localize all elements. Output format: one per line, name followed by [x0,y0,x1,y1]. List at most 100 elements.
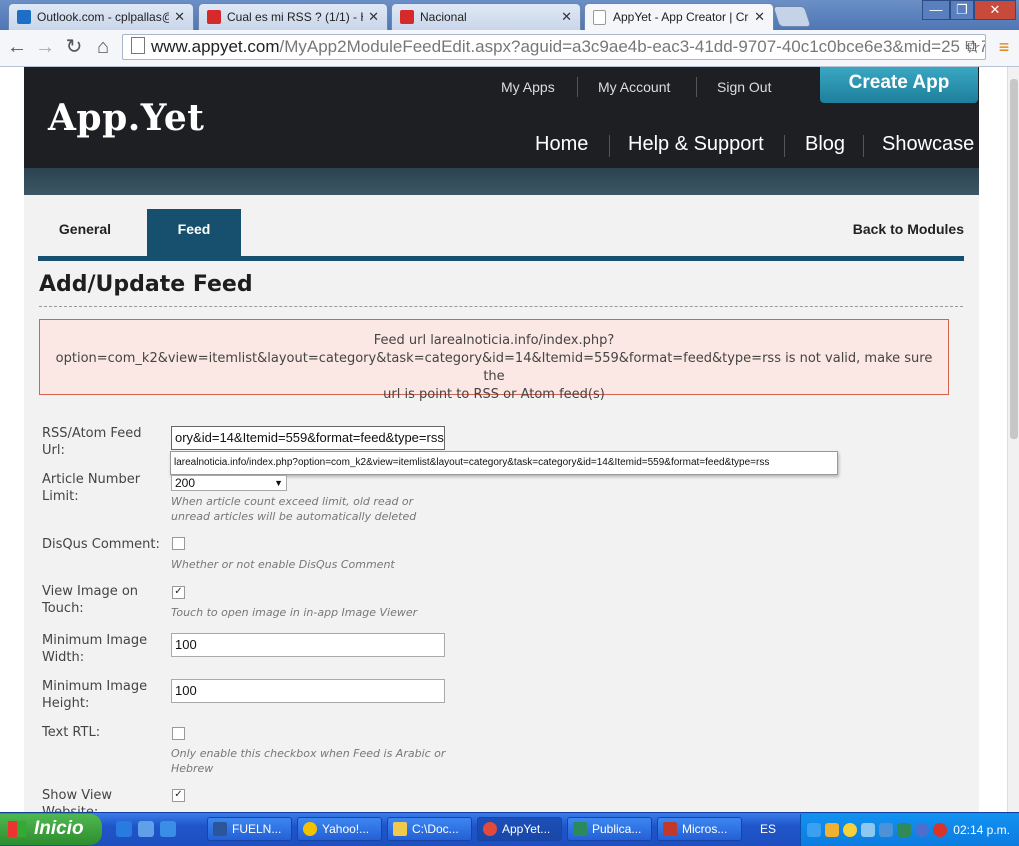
browser-tab-label: AppYet - App Creator | Crea [613,10,749,24]
autocomplete-suggestion[interactable]: larealnoticia.info/index.php?option=com_… [170,451,838,475]
create-app-button[interactable]: Create App [820,67,978,103]
new-tab-button[interactable] [772,6,812,27]
close-window-button[interactable]: ✕ [974,0,1016,20]
separator [784,135,785,157]
module-tab-bar: General Feed Back to Modules [38,209,964,261]
tray-app-icon[interactable] [825,823,839,837]
url-path: /MyApp2ModuleFeedEdit.aspx?aguid=a3c9ae4… [279,37,986,56]
outlook-icon [17,10,31,24]
browser-icon[interactable] [160,821,176,837]
show-view-website-checkbox[interactable]: ✓ [172,789,185,802]
article-limit-label: Article Number Limit: [42,472,141,504]
publisher-icon [573,822,587,836]
close-icon[interactable]: ✕ [754,9,765,25]
folder-icon [393,822,407,836]
taskbar-item[interactable]: AppYet... [477,817,562,841]
desktop-icon[interactable] [138,821,154,837]
taskbar-item-label: Micros... [682,822,728,836]
taskbar-item[interactable]: C:\Doc... [387,817,472,841]
separator [577,77,578,97]
browser-tab-host[interactable]: Cual es mi RSS ? (1/1) - Host ✕ [198,3,388,30]
taskbar-item-label: Publica... [592,822,642,836]
browser-tab-strip: Outlook.com - cplpallas@hot ✕ Cual es mi… [0,0,1019,31]
scrollbar-thumb[interactable] [1010,79,1018,439]
article-limit-value: 200 [175,476,196,490]
text-rtl-checkbox[interactable] [172,727,185,740]
close-icon[interactable]: ✕ [368,9,379,25]
maximize-button[interactable]: ❐ [950,0,974,20]
error-line: option=com_k2&view=itemlist&layout=categ… [55,351,933,384]
windows-flag-icon [8,821,26,837]
close-icon[interactable]: ✕ [174,9,185,25]
security-icon[interactable] [933,823,947,837]
article-limit-hint: When article count exceed limit, old rea… [171,495,417,523]
minimize-button[interactable]: — [922,0,950,20]
rss-url-label: RSS/Atom Feed Url: [42,426,142,458]
disqus-label: DisQus Comment: [42,537,160,552]
taskbar-item[interactable]: FUELN... [207,817,292,841]
error-message: Feed url larealnoticia.info/index.php? o… [39,319,949,402]
show-view-website-label: Show View Website: [42,788,113,812]
tab-feed[interactable]: Feed [147,209,241,256]
network-icon[interactable] [861,823,875,837]
view-image-checkbox[interactable]: ✓ [172,586,185,599]
vertical-scrollbar[interactable] [1007,67,1019,812]
text-rtl-label: Text RTL: [42,725,101,740]
min-height-input[interactable]: 100 [171,679,445,703]
taskbar-item[interactable]: Micros... [657,817,742,841]
browser-tab-label: Outlook.com - cplpallas@hot [37,10,169,24]
bookmark-star-icon[interactable]: ☆ [962,36,984,58]
divider [39,306,963,307]
url-host: www.appyet.com [151,37,280,56]
browser-tab-outlook[interactable]: Outlook.com - cplpallas@hot ✕ [8,3,194,30]
forward-arrow-icon[interactable]: → [34,36,56,58]
sign-out-link[interactable]: Sign Out [717,79,771,95]
arrow-icon[interactable] [807,823,821,837]
tab-general[interactable]: General [38,209,132,256]
disqus-hint: Whether or not enable DisQus Comment [171,558,395,571]
taskbar-item[interactable]: Yahoo!... [297,817,382,841]
reload-icon[interactable]: ↻ [63,36,85,58]
browser-tab-appyet[interactable]: AppYet - App Creator | Crea ✕ [584,3,774,31]
tray-app-icon[interactable] [915,823,929,837]
start-button[interactable]: Inicio [0,814,102,845]
nav-showcase[interactable]: Showcase [882,133,974,156]
language-indicator[interactable]: ES [760,822,776,836]
min-height-label: Minimum Image Height: [42,679,148,711]
article-limit-select[interactable]: 200 ▼ [171,475,287,491]
ie-icon[interactable] [116,821,132,837]
site-logo[interactable]: App.Yet [48,97,204,139]
separator [863,135,864,157]
browser-tab-nacional[interactable]: Nacional ✕ [391,3,581,30]
menu-icon[interactable]: ≡ [993,36,1015,58]
taskbar-item-label: C:\Doc... [412,822,459,836]
nav-home[interactable]: Home [535,133,588,156]
nav-blog[interactable]: Blog [805,133,845,156]
my-account-link[interactable]: My Account [598,79,670,95]
taskbar-item[interactable]: Publica... [567,817,652,841]
taskbar-item-label: AppYet... [502,822,551,836]
min-width-input[interactable]: 100 [171,633,445,657]
messenger-icon[interactable] [843,823,857,837]
nav-help-support[interactable]: Help & Support [628,133,764,156]
address-bar[interactable]: www.appyet.com/MyApp2ModuleFeedEdit.aspx… [122,34,986,60]
taskbar: Inicio FUELN... Yahoo!... C:\Doc... AppY… [0,812,1019,846]
my-apps-link[interactable]: My Apps [501,79,555,95]
site-container: App.Yet My Apps My Account Sign Out Crea… [24,67,979,812]
browser-tab-label: Cual es mi RSS ? (1/1) - Host [227,10,363,24]
page-title: Add/Update Feed [39,272,253,297]
chrome-icon [483,822,497,836]
disqus-checkbox[interactable] [172,537,185,550]
home-icon[interactable]: ⌂ [92,36,114,58]
back-to-modules-link[interactable]: Back to Modules [853,209,964,249]
view-image-label: View Image on Touch: [42,584,139,616]
rss-url-input[interactable]: ory&id=14&Itemid=559&format=feed&type=rs… [171,426,445,450]
close-icon[interactable]: ✕ [561,9,572,25]
start-label: Inicio [34,818,84,839]
antivirus-icon[interactable] [897,823,911,837]
word-icon [213,822,227,836]
site-favicon-icon [207,10,221,24]
separator [696,77,697,97]
back-arrow-icon[interactable]: ← [6,36,28,58]
tray-app-icon[interactable] [879,823,893,837]
